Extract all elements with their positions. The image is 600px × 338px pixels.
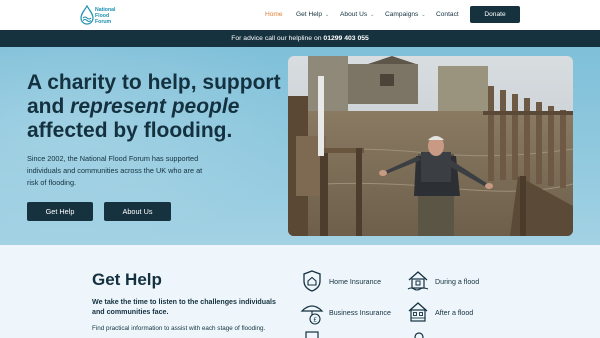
about-us-button[interactable]: About Us — [104, 202, 171, 221]
hero-description: Since 2002, the National Flood Forum has… — [27, 154, 203, 187]
service-home-insurance[interactable]: Home Insurance — [329, 278, 381, 286]
get-help-button[interactable]: Get Help — [27, 202, 93, 221]
nav-item-about-us[interactable]: About Us ⌄ — [340, 11, 374, 18]
community-icon — [414, 332, 424, 338]
helpline-bar: For advice call our helpline on 01299 40… — [0, 30, 600, 47]
service-during-a-flood[interactable]: During a flood — [435, 278, 479, 286]
document-icon — [305, 331, 319, 338]
get-help-section: Get Help We take the time to listen to t… — [0, 245, 600, 338]
nav-item-campaigns[interactable]: Campaigns ⌄ — [385, 11, 426, 18]
helpline-number[interactable]: 01299 403 055 — [323, 35, 368, 42]
flood-logo-icon — [80, 5, 94, 25]
hero-section: A charity to help, support and represent… — [0, 47, 600, 245]
nav-item-home[interactable]: Home — [265, 11, 283, 18]
get-help-subtitle: We take the time to listen to the challe… — [92, 298, 276, 316]
logo-text: National Flood Forum — [95, 7, 115, 25]
hero-title-plain: and — [27, 95, 71, 118]
hero-title-line-2: and represent people — [27, 95, 287, 119]
site-header: National Flood Forum Home Get Help ⌄ Abou… — [0, 0, 600, 30]
nav-item-contact[interactable]: Contact — [436, 11, 459, 18]
site-logo[interactable]: National Flood Forum — [80, 5, 120, 27]
shield-home-icon — [303, 270, 321, 292]
nav-label: Get Help — [296, 11, 323, 18]
chevron-down-icon: ⌄ — [325, 12, 330, 18]
hero-title-line-1: A charity to help, support — [27, 71, 281, 94]
helpline-text: For advice call our helpline on — [231, 35, 322, 42]
logo-line-3: Forum — [95, 19, 112, 25]
nav-label: Home — [265, 11, 283, 18]
get-help-info: Find practical information to assist wit… — [92, 325, 266, 332]
umbrella-money-icon: £ — [300, 305, 324, 325]
nav-item-get-help[interactable]: Get Help ⌄ — [296, 11, 329, 18]
flood-photo-illustration — [288, 56, 573, 236]
svg-text:£: £ — [313, 317, 317, 324]
flooded-house-icon — [407, 271, 429, 291]
hero-title: A charity to help, support and represent… — [27, 71, 287, 143]
hero-title-emphasis: represent people — [70, 95, 240, 118]
hero-photo — [288, 56, 573, 236]
service-business-insurance[interactable]: Business Insurance — [329, 309, 391, 317]
donate-button[interactable]: Donate — [470, 6, 520, 23]
service-after-a-flood[interactable]: After a flood — [435, 309, 473, 317]
house-repair-icon — [408, 302, 428, 322]
get-help-title: Get Help — [92, 270, 162, 289]
nav-label: Contact — [436, 11, 459, 18]
chevron-down-icon: ⌄ — [421, 12, 426, 18]
chevron-down-icon: ⌄ — [370, 12, 375, 18]
nav-label: About Us — [340, 11, 368, 18]
hero-title-line-3: affected by flooding. — [27, 119, 233, 142]
nav-label: Campaigns — [385, 11, 419, 18]
